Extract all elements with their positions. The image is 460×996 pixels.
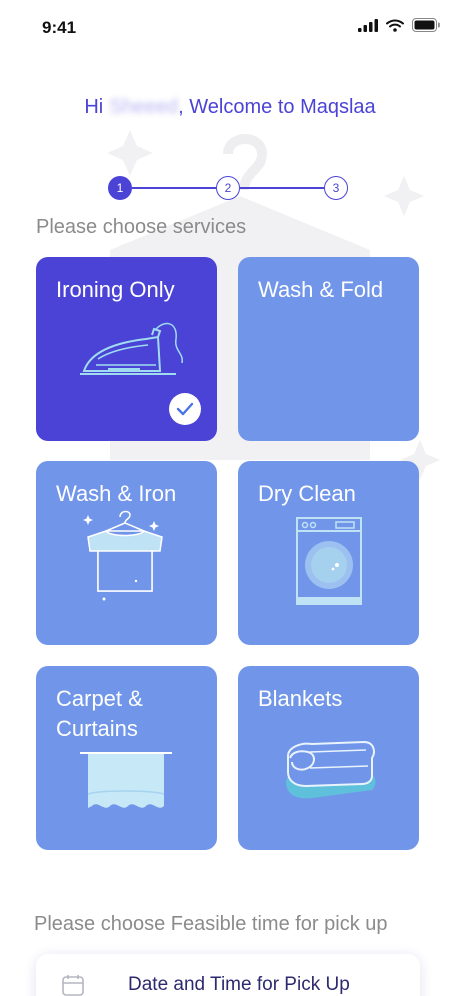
stepper-line xyxy=(132,187,216,189)
user-name: Sheeed xyxy=(109,96,179,118)
service-card-blankets[interactable]: Blankets xyxy=(238,666,419,850)
selected-check-badge xyxy=(169,393,201,425)
blanket-icon xyxy=(286,740,376,799)
service-label: Dry Clean xyxy=(258,481,356,506)
step-3: 3 xyxy=(324,176,348,200)
battery-icon xyxy=(412,18,440,32)
washing-machine-icon xyxy=(296,517,362,605)
iron-icon xyxy=(80,322,183,375)
calendar-icon xyxy=(62,975,84,996)
progress-stepper: 1 2 3 xyxy=(108,176,348,200)
status-bar: 9:41 xyxy=(0,0,460,56)
checkmark-icon xyxy=(176,402,194,416)
service-card-wash-and-iron[interactable]: Wash & Iron xyxy=(36,461,217,645)
service-label: Carpet & Curtains xyxy=(56,684,143,744)
service-label-line-2: Curtains xyxy=(56,716,138,741)
pickup-title: Please choose Feasible time for pick up xyxy=(34,913,388,935)
status-icons xyxy=(358,18,440,32)
step-2: 2 xyxy=(216,176,240,200)
service-label: Wash & Iron xyxy=(56,481,177,506)
pickup-date-time-field[interactable]: Date and Time for Pick Up xyxy=(36,954,420,996)
curtain-icon xyxy=(80,752,172,808)
service-card-carpet-and-curtains[interactable]: Carpet & Curtains xyxy=(36,666,217,850)
service-label: Blankets xyxy=(258,686,343,711)
cellular-signal-icon xyxy=(358,18,378,32)
status-time: 9:41 xyxy=(42,18,77,37)
greeting-prefix: Hi xyxy=(84,96,104,118)
services-title: Please choose services xyxy=(36,216,247,238)
service-label: Wash & Fold xyxy=(258,277,384,302)
service-card-ironing-only[interactable]: Ironing Only xyxy=(36,257,217,441)
service-label-line-1: Carpet & xyxy=(56,686,143,711)
pickup-field-label: Date and Time for Pick Up xyxy=(128,974,350,995)
shirt-hanger-icon xyxy=(83,510,163,601)
step-1: 1 xyxy=(108,176,132,200)
stepper-line xyxy=(240,187,324,189)
greeting-suffix: , Welcome to Maqslaa xyxy=(178,96,376,118)
service-card-dry-clean[interactable]: Dry Clean xyxy=(238,461,419,645)
wifi-icon xyxy=(386,19,404,32)
service-label: Ironing Only xyxy=(56,277,175,302)
service-card-wash-and-fold[interactable]: Wash & Fold xyxy=(238,257,419,441)
welcome-greeting: Hi Sheeed, Welcome to Maqslaa xyxy=(0,96,460,119)
